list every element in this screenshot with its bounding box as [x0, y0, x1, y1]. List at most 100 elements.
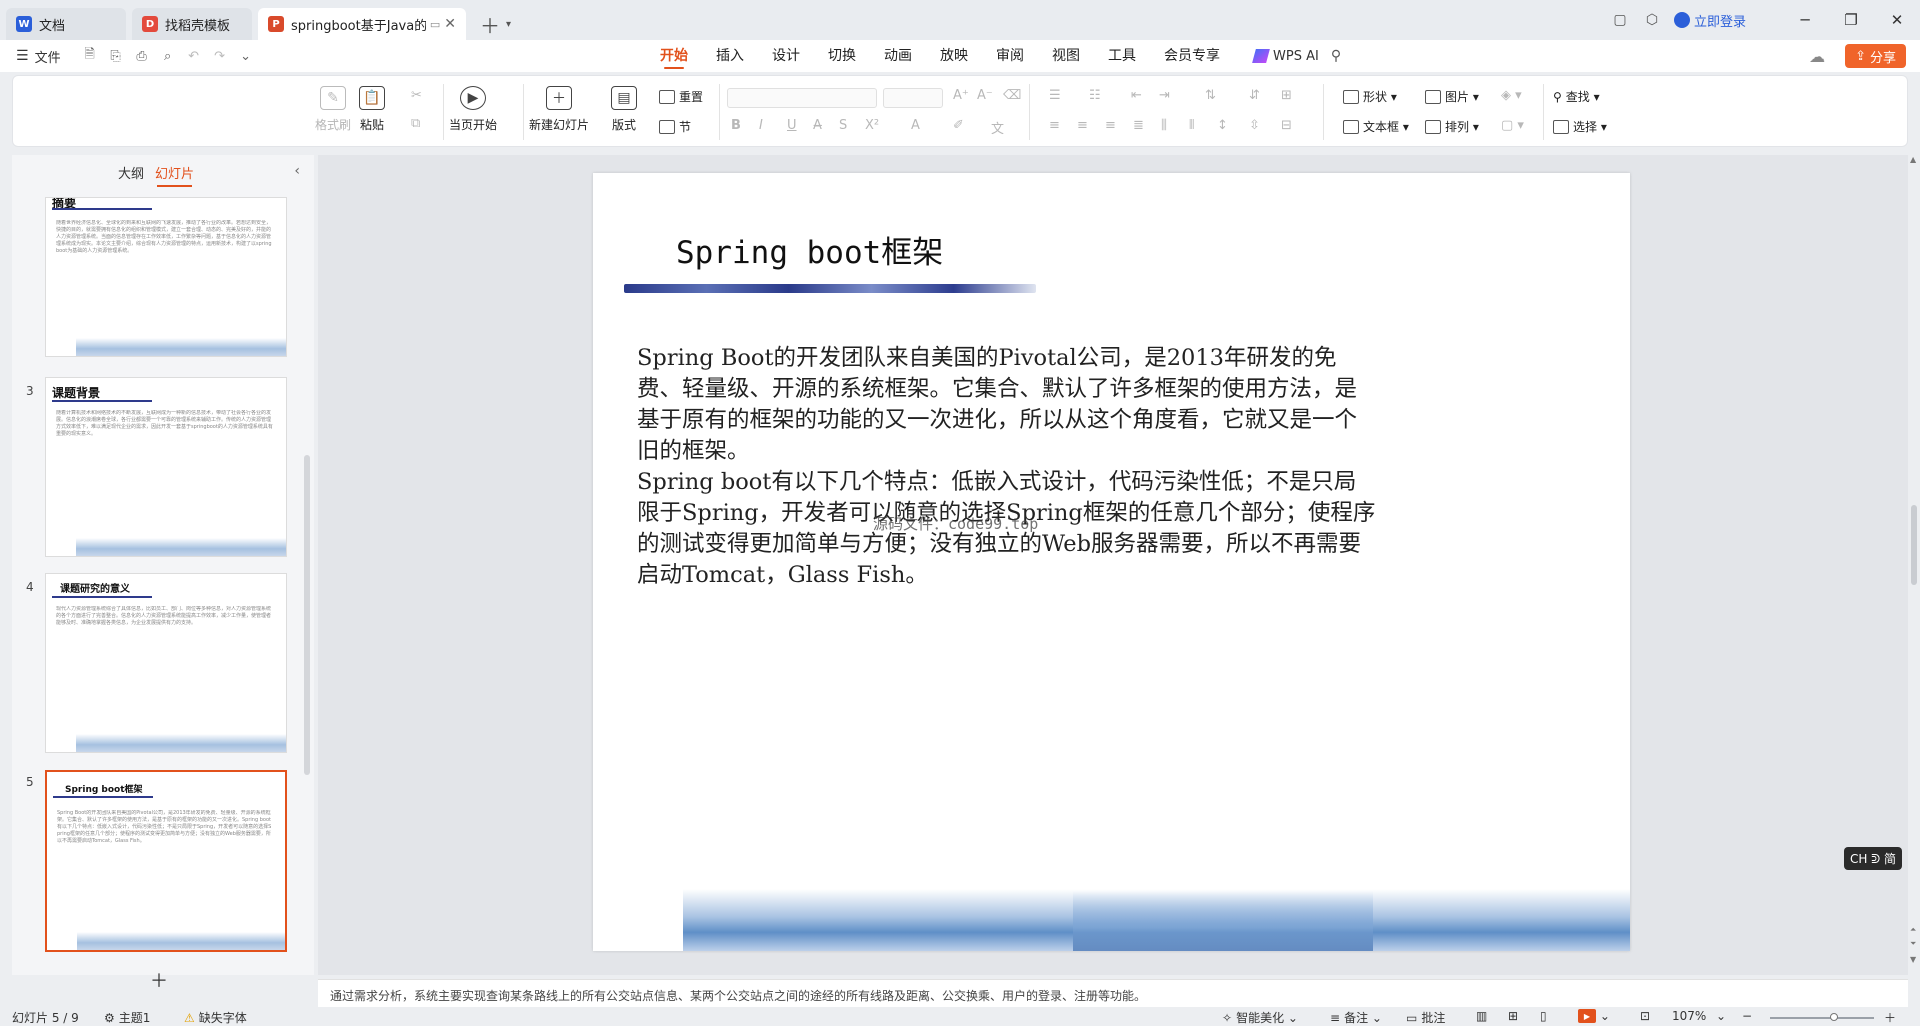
tab-docs[interactable]: W 文档: [6, 8, 126, 40]
cut-icon[interactable]: ✂: [411, 88, 422, 103]
slide-body-text[interactable]: Spring Boot的开发团队来自美国的Pivotal公司，是2013年研发的…: [637, 343, 1377, 591]
tab-review[interactable]: 审阅: [996, 40, 1024, 72]
paste-button[interactable]: 📋 粘贴: [359, 86, 385, 133]
slide-title[interactable]: Spring boot框架: [676, 227, 943, 272]
arrange-button[interactable]: 排列 ▾: [1425, 118, 1479, 135]
section-button[interactable]: 节: [659, 118, 691, 135]
save-icon[interactable]: 🗎: [77, 45, 103, 67]
tab-insert[interactable]: 插入: [716, 40, 744, 72]
minimize-tab-icon[interactable]: ▭: [430, 18, 440, 31]
minimize-window-button[interactable]: ─: [1782, 11, 1828, 29]
slideshow-button[interactable]: ▶ ⌄: [1578, 1009, 1610, 1023]
convert-smartart-icon[interactable]: ⊞: [1281, 88, 1292, 103]
tab-view[interactable]: 视图: [1052, 40, 1080, 72]
zoom-in-button[interactable]: ＋: [1884, 1009, 1896, 1026]
wps-ai-button[interactable]: WPS AI: [1252, 49, 1319, 64]
slide-thumbnail[interactable]: 摘要 随着世界经济信息化、全球化的到来和互联网的飞速发展，推动了各行业的改革。若…: [45, 197, 287, 357]
canvas-scrollbar[interactable]: ▲ ⏶ ⏷ ▼: [1908, 155, 1920, 975]
cloud-sync-icon[interactable]: ☁: [1809, 47, 1825, 66]
missing-font-button[interactable]: ⚠ 缺失字体: [184, 1009, 247, 1026]
justify-icon[interactable]: ≣: [1133, 118, 1144, 133]
restore-window-button[interactable]: ❐: [1828, 11, 1874, 29]
bullet-list-icon[interactable]: ☰: [1049, 88, 1061, 103]
tab-animation[interactable]: 动画: [884, 40, 912, 72]
select-button[interactable]: 选择 ▾: [1553, 118, 1607, 135]
tab-presentation[interactable]: P springboot基于Java的人力 ▭ ✕: [258, 8, 466, 40]
tab-outline[interactable]: 大纲: [118, 163, 144, 182]
beautify-button[interactable]: ✧ 智能美化 ⌄: [1222, 1009, 1298, 1026]
new-slide-button[interactable]: ＋ 新建幻灯片: [529, 86, 589, 133]
window-layout-icon[interactable]: ▢: [1604, 12, 1636, 28]
fit-window-icon[interactable]: ⊡: [1640, 1009, 1650, 1023]
strikethrough-icon[interactable]: A̶: [813, 118, 822, 133]
collapse-panel-icon[interactable]: ‹: [294, 163, 300, 179]
underline-icon[interactable]: U: [787, 118, 797, 133]
print-preview-icon[interactable]: ⌕: [155, 49, 181, 64]
add-slide-button[interactable]: ＋: [150, 967, 168, 993]
increase-font-icon[interactable]: A⁺: [953, 88, 969, 103]
panel-scrollbar[interactable]: [304, 455, 310, 775]
increase-indent-icon[interactable]: ⇥: [1159, 88, 1170, 103]
scroll-up-icon[interactable]: ▲: [1910, 155, 1916, 164]
superscript-icon[interactable]: X²: [865, 118, 879, 133]
shape-button[interactable]: 形状 ▾: [1343, 88, 1397, 105]
sort-icon[interactable]: ⇵: [1249, 88, 1260, 103]
fill-color-icon[interactable]: ◈ ▾: [1501, 88, 1522, 103]
align-right-icon[interactable]: ≡: [1105, 118, 1116, 133]
hamburger-icon[interactable]: ☰: [16, 48, 29, 64]
decrease-font-icon[interactable]: A⁻: [977, 88, 993, 103]
italic-icon[interactable]: I: [759, 118, 763, 133]
picture-button[interactable]: 图片 ▾: [1425, 88, 1479, 105]
line-spacing-icon[interactable]: ↕: [1217, 118, 1228, 133]
distribute-icon[interactable]: ⫼: [1161, 118, 1167, 133]
copy-icon[interactable]: ⧉: [411, 116, 420, 131]
login-button[interactable]: 立即登录: [1673, 11, 1746, 30]
tab-slideshow[interactable]: 放映: [940, 40, 968, 72]
text-direction-icon[interactable]: ⇅: [1205, 88, 1216, 103]
align-left-icon[interactable]: ≡: [1049, 118, 1060, 133]
cube-icon[interactable]: ⬡: [1636, 12, 1668, 28]
normal-view-icon[interactable]: ▥: [1476, 1009, 1487, 1023]
reset-button[interactable]: 重置: [659, 88, 703, 105]
search-icon[interactable]: ⚲: [1331, 48, 1341, 64]
close-icon[interactable]: ✕: [444, 16, 456, 32]
comment-button[interactable]: ▭ 批注: [1406, 1009, 1445, 1026]
textbox-button[interactable]: 文本框 ▾: [1343, 118, 1409, 135]
tab-transition[interactable]: 切换: [828, 40, 856, 72]
slide-thumbnail-selected[interactable]: Spring boot框架 Spring Boot的开发团队来自美国的Pivot…: [45, 770, 287, 952]
ime-indicator[interactable]: CH ᕲ 简: [1844, 847, 1902, 870]
tab-docer[interactable]: D 找稻壳模板: [132, 8, 252, 40]
zoom-slider-handle[interactable]: [1830, 1013, 1839, 1021]
outline-color-icon[interactable]: ▢ ▾: [1501, 118, 1524, 133]
font-color-icon[interactable]: A: [911, 118, 920, 133]
find-button[interactable]: ⚲ 查找 ▾: [1553, 88, 1600, 105]
scrollbar-thumb[interactable]: [1911, 505, 1917, 585]
export-icon[interactable]: ⎘: [103, 49, 129, 64]
current-slide[interactable]: Spring boot框架 Spring Boot的开发团队来自美国的Pivot…: [593, 173, 1630, 951]
close-window-button[interactable]: ✕: [1874, 11, 1920, 29]
tab-membership[interactable]: 会员专享: [1164, 40, 1220, 72]
play-from-current-button[interactable]: ▶ 当页开始: [449, 86, 497, 133]
tab-design[interactable]: 设计: [772, 40, 800, 72]
share-button[interactable]: ⇪ 分享: [1845, 44, 1906, 68]
font-family-select[interactable]: [727, 88, 877, 108]
tab-home[interactable]: 开始: [660, 40, 688, 72]
align-center-icon[interactable]: ≡: [1077, 118, 1088, 133]
bold-icon[interactable]: B: [731, 118, 741, 133]
slide-thumbnail[interactable]: 课题研究的意义 现代人力资源管理系统综合了具体信息，比如员工、部门、岗位等多种信…: [45, 573, 287, 753]
zoom-slider[interactable]: [1770, 1017, 1874, 1019]
numbered-list-icon[interactable]: ☷: [1089, 88, 1101, 103]
slide-sorter-view-icon[interactable]: ⊞: [1508, 1009, 1518, 1023]
scroll-down-icon[interactable]: ▼: [1910, 955, 1916, 964]
zoom-level[interactable]: 107%: [1672, 1009, 1706, 1023]
redo-icon[interactable]: ↷: [207, 49, 233, 64]
highlight-icon[interactable]: ✐: [953, 118, 964, 133]
file-menu[interactable]: 文件: [35, 47, 61, 66]
columns-icon[interactable]: ⫴: [1189, 118, 1194, 133]
zoom-dropdown-icon[interactable]: ⌄: [1716, 1009, 1726, 1023]
shadow-icon[interactable]: S: [839, 118, 847, 133]
clear-format-icon[interactable]: ⌫: [1003, 88, 1021, 103]
character-spacing-icon[interactable]: 文: [991, 118, 1004, 137]
tab-tools[interactable]: 工具: [1108, 40, 1136, 72]
notes-toggle-button[interactable]: ≡ 备注 ⌄: [1330, 1009, 1382, 1026]
